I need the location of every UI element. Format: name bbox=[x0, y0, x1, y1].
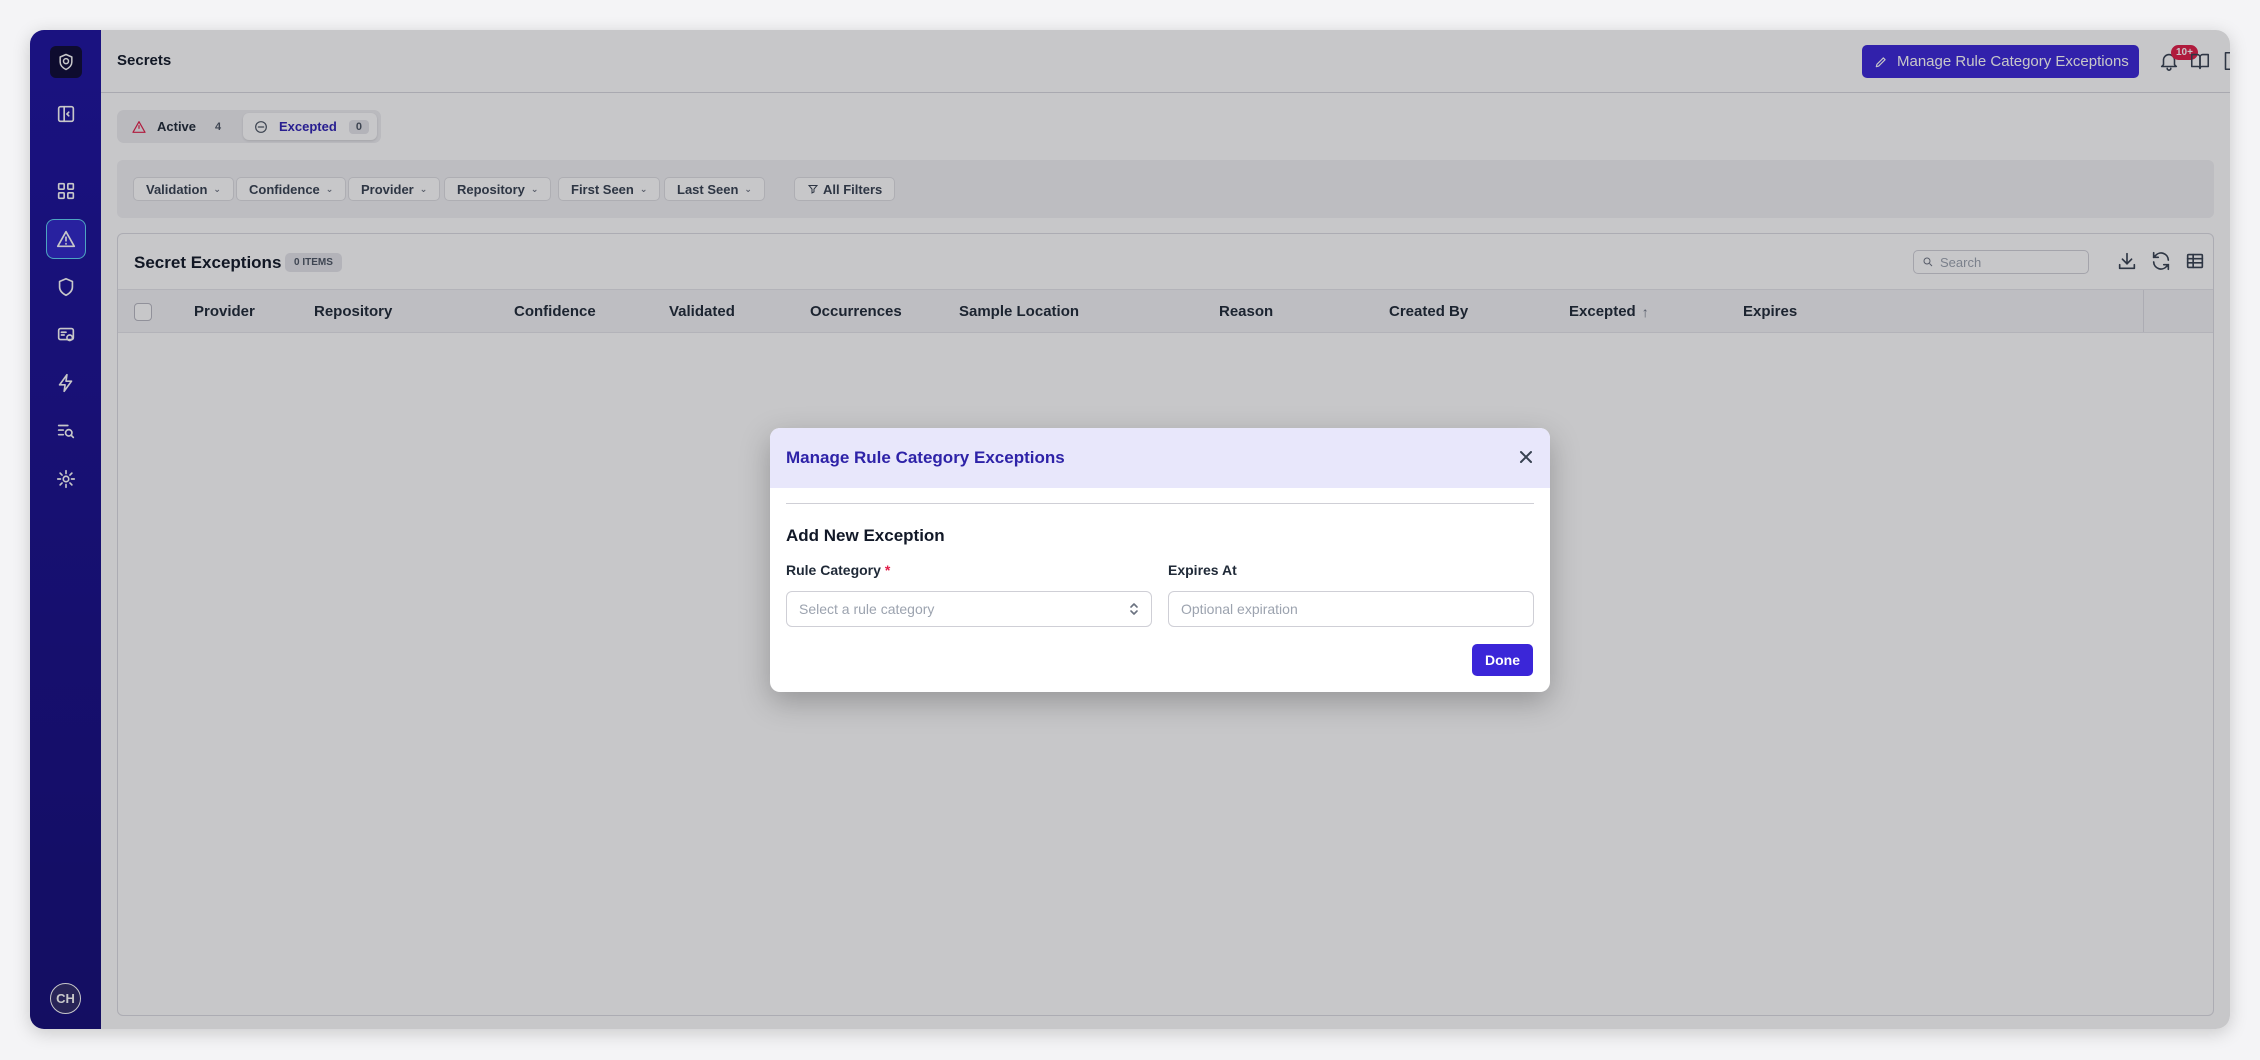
app-window: CH Secrets Manage Rule Category Exceptio… bbox=[30, 30, 2230, 1029]
manage-exceptions-modal: Manage Rule Category Exceptions Add New … bbox=[770, 428, 1550, 692]
modal-title: Manage Rule Category Exceptions bbox=[786, 448, 1065, 467]
modal-divider bbox=[786, 503, 1534, 504]
sidebar-backdrop bbox=[30, 30, 101, 1029]
expires-at-input[interactable]: Optional expiration bbox=[1168, 591, 1534, 627]
done-button[interactable]: Done bbox=[1472, 644, 1533, 676]
required-marker: * bbox=[884, 562, 891, 578]
rule-category-select[interactable]: Select a rule category bbox=[786, 591, 1152, 627]
expires-at-placeholder: Optional expiration bbox=[1181, 601, 1298, 617]
modal-header: Manage Rule Category Exceptions bbox=[770, 428, 1550, 488]
modal-subtitle: Add New Exception bbox=[786, 526, 945, 545]
rule-category-placeholder: Select a rule category bbox=[799, 601, 935, 617]
expires-at-label: Expires At bbox=[1168, 562, 1237, 578]
rule-category-label: Rule Category * bbox=[786, 562, 891, 578]
close-icon[interactable] bbox=[1518, 449, 1536, 467]
chevron-up-down-icon bbox=[1129, 601, 1139, 617]
